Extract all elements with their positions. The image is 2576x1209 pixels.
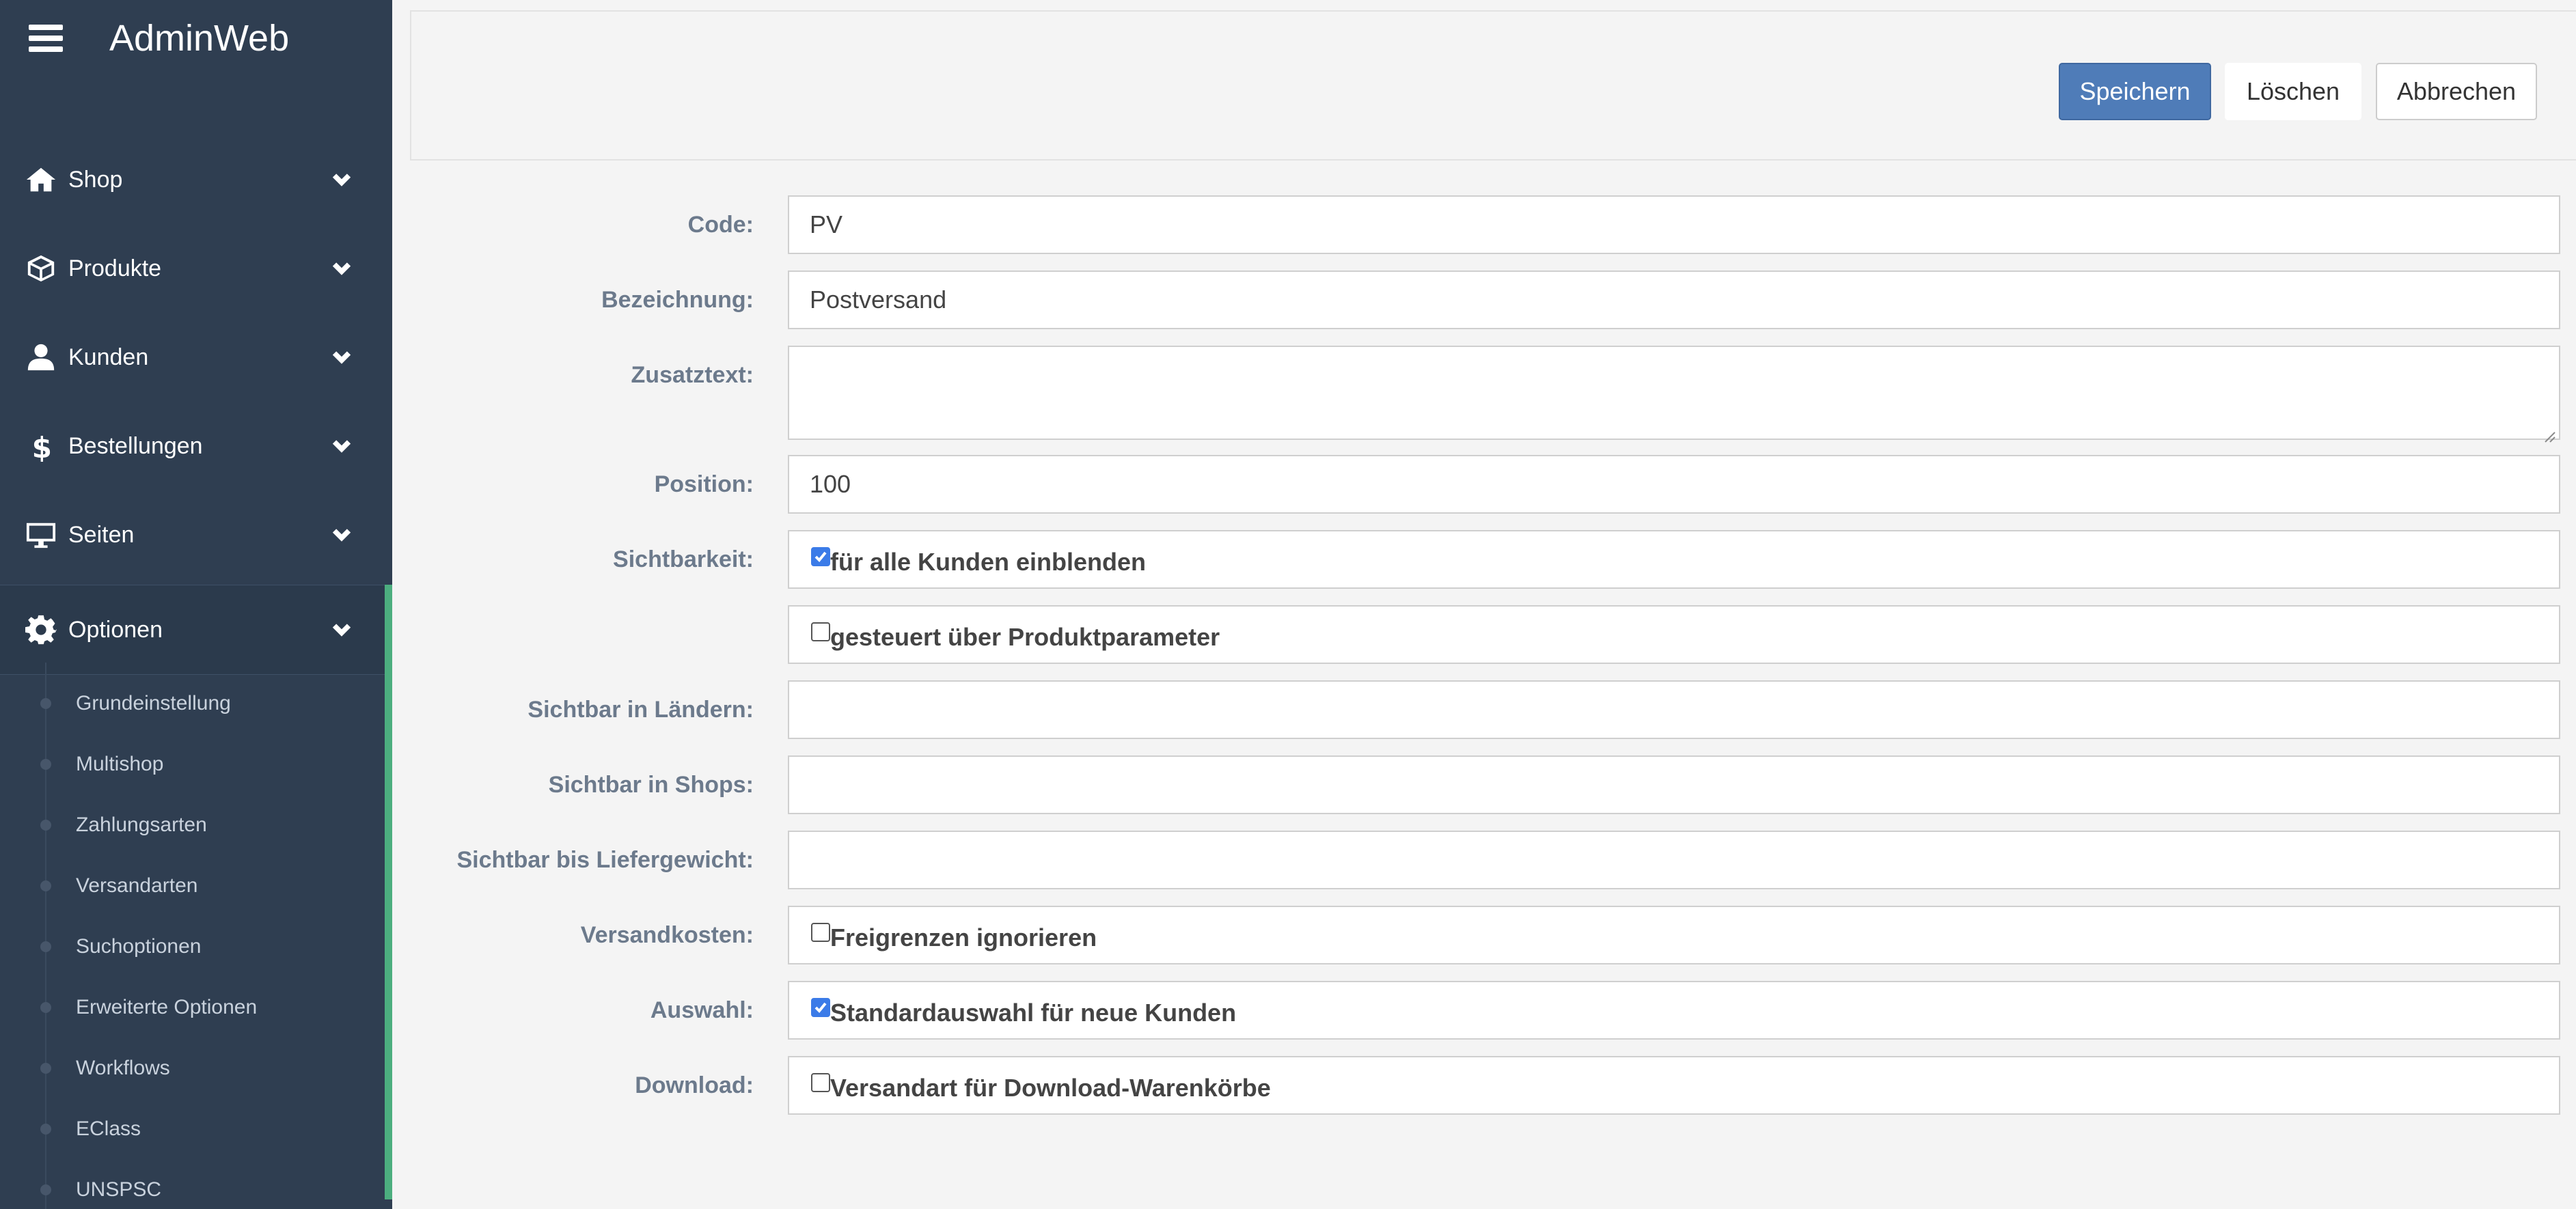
liefergewicht-field[interactable]: [788, 831, 2560, 889]
submenu-item-workflows[interactable]: Workflows: [0, 1038, 383, 1098]
checkbox-unchecked[interactable]: [811, 923, 830, 942]
bullet-icon: [40, 697, 51, 709]
sichtbarkeit-option-produktparameter: gesteuert über Produktparameter: [788, 605, 2560, 664]
submenu-item-versandarten[interactable]: Versandarten: [0, 855, 383, 916]
sidebar-item-seiten[interactable]: Seiten: [0, 490, 392, 579]
bullet-icon: [40, 1062, 51, 1074]
submenu-item-label: UNSPSC: [76, 1178, 162, 1201]
sidebar-item-optionen[interactable]: Optionen: [0, 585, 392, 675]
sidebar-item-bestellungen[interactable]: $ Bestellungen: [0, 402, 392, 490]
sidebar-item-kunden[interactable]: Kunden: [0, 313, 392, 402]
bullet-icon: [40, 1001, 51, 1013]
submenu-item-label: Suchoptionen: [76, 934, 202, 958]
submenu-item-label: EClass: [76, 1117, 141, 1140]
chevron-down-icon: [329, 434, 354, 458]
box-icon: [23, 251, 59, 286]
action-toolbar: Speichern Löschen Abbrechen: [410, 10, 2576, 161]
bullet-icon: [40, 941, 51, 952]
sidebar-item-label: Optionen: [68, 617, 163, 643]
app-title: AdminWeb: [109, 18, 290, 59]
submenu-item-label: Workflows: [76, 1056, 170, 1079]
laender-field[interactable]: [788, 680, 2560, 739]
checkbox-label: Freigrenzen ignorieren: [830, 923, 1097, 951]
user-icon: [23, 339, 59, 375]
submenu-item-label: Versandarten: [76, 874, 198, 897]
zusatztext-label: Zusatztext:: [631, 362, 754, 388]
chevron-down-icon: [329, 167, 354, 192]
monitor-icon: [23, 517, 59, 553]
sichtbarkeit-label: Sichtbarkeit:: [613, 546, 754, 572]
svg-text:$: $: [32, 431, 52, 462]
chevron-down-icon: [329, 256, 354, 281]
checkbox-unchecked[interactable]: [811, 622, 830, 641]
submenu-item-unspsc[interactable]: UNSPSC: [0, 1159, 383, 1209]
checkbox-checked[interactable]: [811, 998, 830, 1017]
zusatztext-textarea[interactable]: [788, 346, 2560, 443]
sidebar: AdminWeb Shop Produkte Kunden $ Bestellu…: [0, 0, 392, 1209]
checkbox-label: gesteuert über Produktparameter: [830, 623, 1220, 651]
submenu-item-suchoptionen[interactable]: Suchoptionen: [0, 916, 383, 977]
laender-label: Sichtbar in Ländern:: [527, 697, 754, 723]
chevron-down-icon: [329, 345, 354, 370]
auswahl-label: Auswahl:: [650, 997, 754, 1023]
checkbox-label: Standardauswahl für neue Kunden: [830, 999, 1237, 1027]
bullet-icon: [40, 819, 51, 831]
versandkosten-option: Freigrenzen ignorieren: [788, 906, 2560, 964]
auswahl-option: Standardauswahl für neue Kunden: [788, 981, 2560, 1040]
submenu-item-grundeinstellung[interactable]: Grundeinstellung: [0, 673, 383, 734]
sichtbarkeit-option-alle: für alle Kunden einblenden: [788, 530, 2560, 589]
position-label: Position:: [654, 471, 754, 497]
bullet-icon: [40, 1123, 51, 1135]
submenu-item-label: Grundeinstellung: [76, 691, 231, 714]
submenu-item-erweiterte-optionen[interactable]: Erweiterte Optionen: [0, 977, 383, 1038]
bezeichnung-field[interactable]: Postversand: [788, 270, 2560, 329]
sidebar-item-label: Kunden: [68, 344, 149, 370]
save-button[interactable]: Speichern: [2059, 63, 2211, 120]
bullet-icon: [40, 758, 51, 770]
sidebar-item-label: Produkte: [68, 255, 162, 281]
submenu-item-multishop[interactable]: Multishop: [0, 734, 383, 794]
checkbox-checked[interactable]: [811, 547, 830, 566]
liefergewicht-label: Sichtbar bis Liefergewicht:: [456, 847, 754, 873]
versandkosten-label: Versandkosten:: [580, 922, 754, 948]
submenu-item-label: Multishop: [76, 752, 164, 775]
bezeichnung-label: Bezeichnung:: [601, 287, 754, 313]
sidebar-item-label: Bestellungen: [68, 433, 203, 459]
code-field[interactable]: PV: [788, 195, 2560, 254]
checkbox-label: Versandart für Download-Warenkörbe: [830, 1074, 1271, 1102]
cancel-button[interactable]: Abbrechen: [2376, 63, 2537, 120]
delete-button[interactable]: Löschen: [2225, 63, 2361, 120]
sidebar-item-shop[interactable]: Shop: [0, 135, 392, 224]
sidebar-item-produkte[interactable]: Produkte: [0, 224, 392, 313]
bullet-icon: [40, 1184, 51, 1195]
download-option: Versandart für Download-Warenkörbe: [788, 1056, 2560, 1115]
chevron-down-icon: [329, 523, 354, 547]
dollar-icon: $: [23, 428, 59, 464]
chevron-down-icon: [329, 617, 354, 642]
submenu-item-label: Zahlungsarten: [76, 813, 207, 836]
shops-field[interactable]: [788, 755, 2560, 814]
active-indicator: [385, 585, 392, 1199]
shops-label: Sichtbar in Shops:: [548, 772, 754, 798]
checkbox-unchecked[interactable]: [811, 1073, 830, 1092]
gear-icon: [23, 612, 59, 648]
submenu-item-eclass[interactable]: EClass: [0, 1098, 383, 1159]
sidebar-item-label: Seiten: [68, 522, 135, 548]
submenu-item-zahlungsarten[interactable]: Zahlungsarten: [0, 794, 383, 855]
bullet-icon: [40, 880, 51, 891]
home-icon: [23, 162, 59, 197]
position-field[interactable]: 100: [788, 455, 2560, 514]
sidebar-item-label: Shop: [68, 167, 123, 193]
resize-grip-icon[interactable]: [2541, 421, 2556, 443]
code-label: Code:: [687, 212, 754, 238]
menu-toggle-icon[interactable]: [29, 25, 63, 52]
sidebar-header: AdminWeb: [0, 0, 392, 82]
submenu-item-label: Erweiterte Optionen: [76, 995, 258, 1018]
download-label: Download:: [635, 1072, 754, 1098]
checkbox-label: für alle Kunden einblenden: [830, 548, 1147, 576]
